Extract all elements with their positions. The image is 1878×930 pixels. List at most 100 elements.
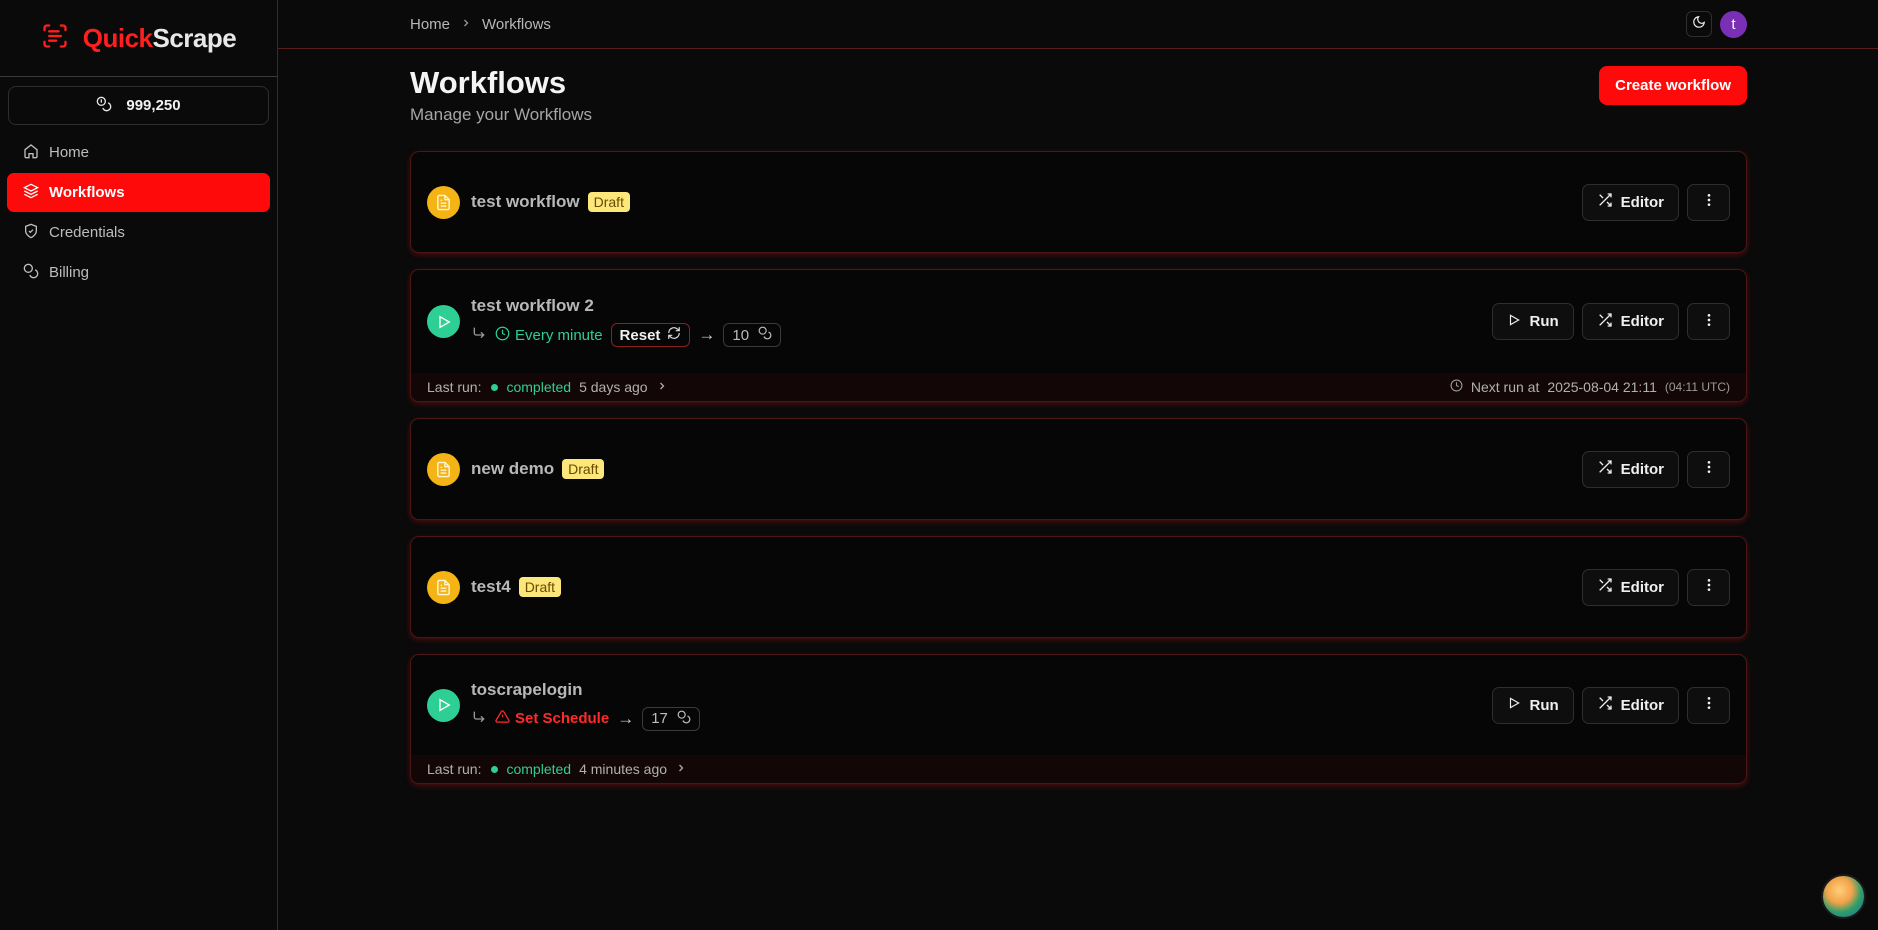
shuffle-icon xyxy=(1597,577,1613,597)
editor-button[interactable]: Editor xyxy=(1581,686,1679,724)
breadcrumb-current[interactable]: Workflows xyxy=(482,16,551,33)
reset-schedule-button[interactable]: Reset xyxy=(610,323,691,347)
last-run-time: 4 minutes ago xyxy=(579,761,668,777)
brand-logo[interactable]: QuickScrape xyxy=(0,0,277,77)
sidebar-item-label: Billing xyxy=(49,264,90,281)
editor-label: Editor xyxy=(1620,313,1664,330)
workflow-name[interactable]: toscrapelogin xyxy=(471,680,582,700)
page-subtitle: Manage your Workflows xyxy=(410,105,593,125)
clock-icon xyxy=(1450,379,1463,395)
theme-toggle-button[interactable] xyxy=(1686,11,1712,37)
more-vertical-icon xyxy=(1701,192,1717,212)
workflow-name[interactable]: test workflow xyxy=(471,192,580,212)
more-vertical-icon xyxy=(1701,459,1717,479)
play-icon xyxy=(1507,696,1521,714)
create-workflow-button[interactable]: Create workflow xyxy=(1599,66,1747,105)
workflow-name[interactable]: test workflow 2 xyxy=(471,296,594,316)
next-run: Next run at 2025-08-04 21:11 (04:11 UTC) xyxy=(1450,379,1730,395)
more-vertical-icon xyxy=(1701,312,1717,332)
corner-down-right-icon xyxy=(471,709,487,729)
breadcrumb-home[interactable]: Home xyxy=(410,16,450,33)
run-button[interactable]: Run xyxy=(1492,686,1574,724)
page-content: Workflows Manage your Workflows Create w… xyxy=(278,49,1878,784)
file-text-icon xyxy=(427,185,460,219)
reset-label: Reset xyxy=(619,326,661,344)
last-run-bar[interactable]: Last run: completed 4 minutes ago xyxy=(411,755,1746,783)
more-options-button[interactable] xyxy=(1687,568,1730,606)
editor-button[interactable]: Editor xyxy=(1581,568,1679,606)
user-avatar[interactable]: t xyxy=(1720,10,1747,38)
last-run-time: 5 days ago xyxy=(579,379,648,395)
file-text-icon xyxy=(427,452,460,486)
editor-label: Editor xyxy=(1620,578,1664,596)
last-run-label: Last run: xyxy=(427,379,482,395)
workflow-name[interactable]: new demo xyxy=(471,459,554,479)
sidebar-item-credentials[interactable]: Credentials xyxy=(7,213,270,252)
more-vertical-icon xyxy=(1701,577,1717,597)
more-options-button[interactable] xyxy=(1687,686,1730,724)
topbar: Home Workflows t xyxy=(278,0,1878,49)
status-badge: Draft xyxy=(587,192,630,212)
play-icon xyxy=(427,688,460,722)
next-run-utc: (04:11 UTC) xyxy=(1664,380,1730,394)
schedule-trigger[interactable]: Every minute xyxy=(495,326,603,345)
play-icon xyxy=(427,305,460,338)
editor-button[interactable]: Editor xyxy=(1581,450,1679,488)
credits-cost-badge: 10 xyxy=(723,323,782,347)
workflow-card: test workflow 2 Every minute Reset → 10 … xyxy=(410,269,1747,402)
sidebar: QuickScrape 999,250 Home Workflows Crede… xyxy=(0,0,278,930)
workflow-card: toscrapelogin Set Schedule → 17 Run Edit… xyxy=(410,654,1747,784)
more-options-button[interactable] xyxy=(1687,303,1730,340)
shuffle-icon xyxy=(1597,459,1613,479)
editor-button[interactable]: Editor xyxy=(1581,303,1679,340)
credits-cost: 17 xyxy=(651,710,668,727)
shuffle-icon xyxy=(1597,312,1613,332)
brand-name: QuickScrape xyxy=(82,22,237,53)
moon-icon xyxy=(1692,15,1706,34)
sidebar-item-home[interactable]: Home xyxy=(7,133,270,172)
workflow-card: test workflow Draft Editor xyxy=(410,151,1747,253)
last-run-bar[interactable]: Last run: completed 5 days ago Next run … xyxy=(411,373,1746,401)
editor-label: Editor xyxy=(1620,460,1664,478)
floating-assistant-avatar[interactable] xyxy=(1821,874,1866,919)
sidebar-item-label: Credentials xyxy=(49,224,125,241)
workflow-card: new demo Draft Editor xyxy=(410,418,1747,520)
editor-button[interactable]: Editor xyxy=(1581,183,1679,221)
shuffle-icon xyxy=(1597,695,1613,715)
credits-cost-badge: 17 xyxy=(642,706,700,731)
corner-down-right-icon xyxy=(471,325,487,345)
status-badge: Draft xyxy=(518,577,562,597)
schedule-label: Set Schedule xyxy=(515,710,610,727)
sidebar-item-label: Workflows xyxy=(49,184,125,201)
topbar-actions: t xyxy=(1686,10,1747,38)
shield-icon xyxy=(23,223,39,243)
refresh-icon xyxy=(667,326,681,344)
breadcrumb: Home Workflows xyxy=(410,16,551,33)
more-options-button[interactable] xyxy=(1687,450,1730,488)
file-text-icon xyxy=(427,570,460,604)
more-vertical-icon xyxy=(1701,695,1717,715)
page-title: Workflows xyxy=(410,65,567,100)
run-button[interactable]: Run xyxy=(1492,303,1574,340)
main-area: Home Workflows t Workflows Manage your W… xyxy=(278,0,1878,930)
credits-balance[interactable]: 999,250 xyxy=(8,86,269,125)
shuffle-icon xyxy=(1597,192,1613,212)
page-header: Workflows Manage your Workflows Create w… xyxy=(410,65,1747,151)
status-badge: Draft xyxy=(562,459,605,479)
sidebar-item-workflows[interactable]: Workflows xyxy=(7,173,270,212)
run-label: Run xyxy=(1529,313,1559,330)
set-schedule-button[interactable]: Set Schedule xyxy=(495,709,609,728)
schedule-label: Every minute xyxy=(515,326,603,344)
workflow-name[interactable]: test4 xyxy=(471,577,511,597)
more-options-button[interactable] xyxy=(1687,183,1730,221)
sidebar-item-billing[interactable]: Billing xyxy=(7,253,270,292)
coins-icon xyxy=(96,96,112,116)
next-run-time: 2025-08-04 21:11 xyxy=(1547,379,1657,395)
arrow-right-icon: → xyxy=(698,325,716,344)
scan-text-icon xyxy=(41,22,69,55)
run-label: Run xyxy=(1529,696,1559,714)
last-run-label: Last run: xyxy=(427,761,482,777)
sidebar-item-label: Home xyxy=(49,144,90,161)
play-icon xyxy=(1507,313,1521,331)
arrow-right-icon: → xyxy=(617,708,635,728)
